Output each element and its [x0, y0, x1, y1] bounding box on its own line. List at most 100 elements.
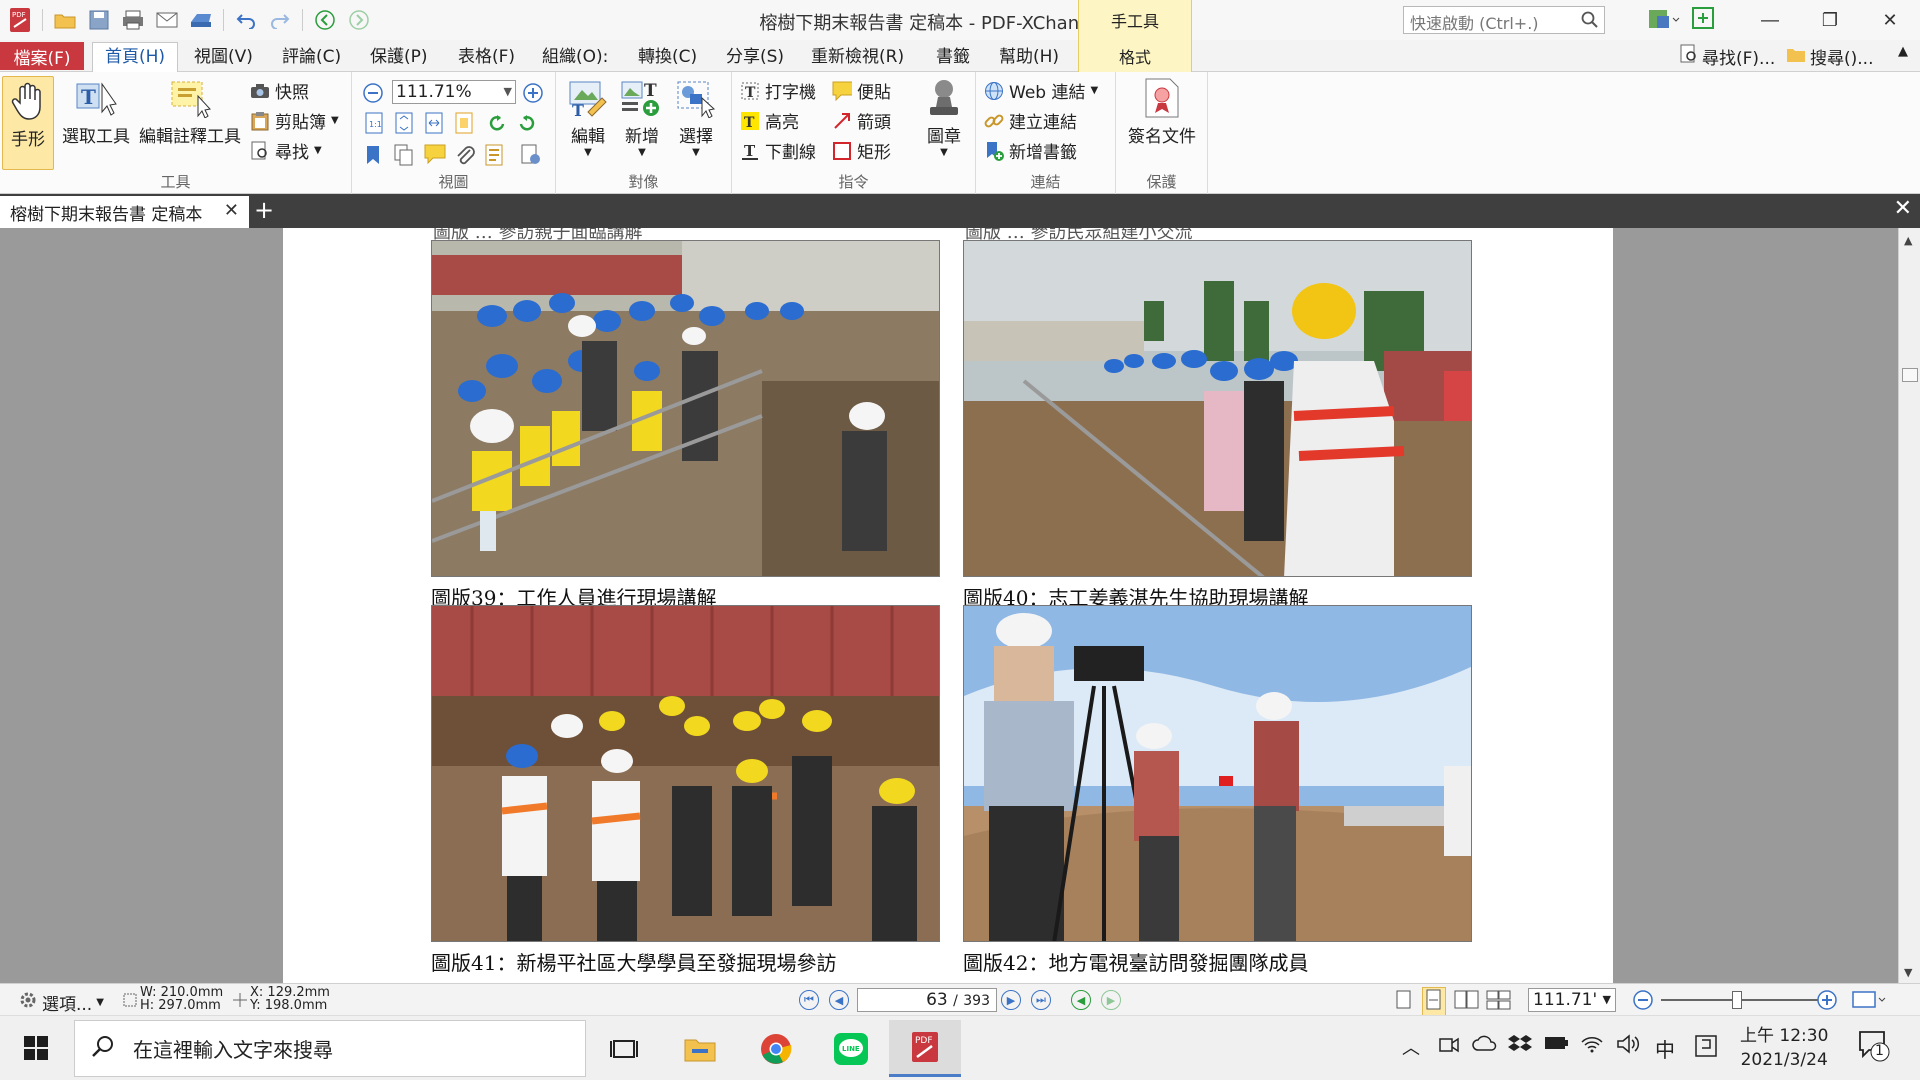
page-settings-icon[interactable]	[520, 144, 542, 171]
fit-width-icon[interactable]	[424, 112, 444, 139]
start-button[interactable]	[12, 1030, 60, 1066]
last-page-icon[interactable]: ⏭	[1031, 990, 1051, 1010]
prev-page-icon[interactable]: ◀	[829, 990, 849, 1010]
dropbox-icon[interactable]	[1508, 1034, 1532, 1059]
search-icon[interactable]	[1581, 11, 1599, 33]
document-tab[interactable]: 榕樹下期末報告書 定稿本 ✕	[0, 196, 249, 228]
fullscreen-view-icon[interactable]	[1852, 990, 1886, 1015]
forward-nav-icon[interactable]	[345, 6, 373, 34]
snapshot-button[interactable]: 快照	[250, 78, 309, 103]
fit-page-icon[interactable]	[394, 112, 414, 139]
ime-indicator[interactable]: 中	[1655, 1034, 1675, 1063]
tray-overflow-icon[interactable]: ︿	[1402, 1034, 1420, 1060]
email-icon[interactable]	[153, 6, 181, 34]
add-bookmark-button[interactable]: 新增書籤	[984, 138, 1077, 163]
line-app-button[interactable]: LINE	[815, 1020, 887, 1077]
rotate-left-icon[interactable]	[486, 112, 508, 139]
zoom-combobox[interactable]: 111.71% ▼	[392, 80, 516, 104]
scroll-down-icon[interactable]: ▼	[1904, 966, 1912, 979]
fullscreen-icon[interactable]	[1691, 6, 1715, 37]
web-links-button[interactable]: Web 連結 ▼	[984, 78, 1098, 103]
arrow-button[interactable]: 箭頭	[832, 108, 891, 133]
system-clock[interactable]: 上午 12:30 2021/3/24	[1740, 1024, 1828, 1072]
options-button[interactable]: 選項... ▼	[18, 990, 104, 1015]
file-explorer-button[interactable]	[664, 1020, 736, 1077]
rotate-right-icon[interactable]	[516, 112, 538, 139]
close-tab-icon[interactable]: ✕	[224, 200, 239, 221]
bookmark-icon[interactable]	[364, 144, 382, 171]
meet-now-icon[interactable]	[1438, 1034, 1460, 1061]
properties-icon[interactable]	[484, 144, 504, 171]
tab-convert[interactable]: 轉換(C)	[638, 44, 697, 70]
continuous-view-icon[interactable]	[1422, 987, 1446, 1018]
stamp-button[interactable]: 圖章 ▼	[918, 76, 970, 158]
zoom-out-icon[interactable]	[1632, 989, 1654, 1016]
highlight-button[interactable]: T 高亮	[740, 108, 799, 133]
scroll-thumb[interactable]	[1902, 368, 1918, 382]
scroll-up-icon[interactable]: ▲	[1904, 234, 1912, 247]
chrome-button[interactable]	[740, 1020, 812, 1077]
actual-size-icon[interactable]: 1:1	[364, 112, 384, 139]
quick-launch-input[interactable]: 快速啟動 (Ctrl+.)	[1403, 6, 1605, 34]
scanner-icon[interactable]	[187, 6, 215, 34]
rectangle-button[interactable]: 矩形	[832, 138, 891, 163]
find-button[interactable]: 尋找(F)...	[1680, 44, 1775, 69]
prev-view-icon[interactable]: ◀	[1071, 990, 1091, 1010]
select-text-tool-button[interactable]: T 選取工具	[58, 76, 134, 147]
tab-review[interactable]: 重新檢視(R)	[811, 44, 904, 70]
plugins-icon[interactable]	[1647, 6, 1681, 37]
tab-home[interactable]: 首頁(H)	[92, 42, 179, 73]
add-objects-button[interactable]: T 新增 ▼	[616, 76, 668, 158]
facing-view-icon[interactable]	[1454, 989, 1480, 1016]
next-view-icon[interactable]: ▶	[1101, 990, 1121, 1010]
sticky-note-button[interactable]: 便貼	[832, 78, 891, 103]
close-button[interactable]: ✕	[1860, 0, 1920, 40]
restore-button[interactable]: ❐	[1800, 0, 1860, 40]
select-objects-button[interactable]: 選擇 ▼	[670, 76, 722, 158]
battery-icon[interactable]	[1544, 1034, 1570, 1057]
zoom-select[interactable]: 111.71' ▼	[1528, 988, 1616, 1012]
minimize-button[interactable]: ―	[1740, 0, 1800, 40]
typewriter-button[interactable]: T 打字機	[740, 78, 816, 103]
tab-view[interactable]: 視圖(V)	[194, 44, 253, 70]
save-icon[interactable]	[85, 6, 113, 34]
tab-help[interactable]: 幫助(H)	[999, 44, 1059, 70]
volume-icon[interactable]	[1616, 1034, 1640, 1059]
close-all-icon[interactable]: ✕	[1894, 196, 1912, 221]
app-logo-icon[interactable]: PDF	[6, 6, 34, 34]
document-view[interactable]: 圖版 … 參訪親子面臨講解 圖版 … 參訪民眾組建小交流 圖版39：工作人員進行…	[0, 228, 1898, 983]
new-tab-icon[interactable]: +	[254, 197, 274, 223]
print-icon[interactable]	[119, 6, 147, 34]
clipboard-button[interactable]: 剪貼簿 ▼	[250, 108, 339, 133]
tab-file[interactable]: 檔案(F)	[0, 42, 84, 70]
zoom-slider-knob[interactable]	[1732, 991, 1742, 1009]
tab-form[interactable]: 表格(F)	[458, 44, 515, 70]
ime-mode-icon[interactable]	[1694, 1034, 1718, 1063]
first-page-icon[interactable]: ⏮	[799, 990, 819, 1010]
edit-annotation-tool-button[interactable]: 編輯註釋工具	[136, 76, 244, 147]
wifi-icon[interactable]	[1580, 1034, 1604, 1059]
single-page-view-icon[interactable]	[1394, 989, 1414, 1016]
underline-button[interactable]: T 下劃線	[740, 138, 816, 163]
open-folder-icon[interactable]	[51, 6, 79, 34]
hand-tool-button[interactable]: 手形	[2, 76, 54, 170]
edit-objects-button[interactable]: T 編輯 ▼	[562, 76, 614, 158]
collapse-ribbon-icon[interactable]: ▲	[1898, 44, 1908, 59]
tab-organize[interactable]: 組織(O):	[542, 44, 608, 70]
zoom-in-icon[interactable]	[1816, 989, 1838, 1016]
zoom-in-icon[interactable]	[522, 82, 544, 109]
create-link-button[interactable]: 建立連結	[984, 108, 1077, 133]
comments-icon[interactable]	[424, 144, 446, 169]
back-nav-icon[interactable]	[311, 6, 339, 34]
tab-protect[interactable]: 保護(P)	[370, 44, 428, 70]
taskbar-search-box[interactable]: 在這裡輸入文字來搜尋	[74, 1020, 586, 1077]
redo-icon[interactable]	[266, 6, 294, 34]
task-view-button[interactable]	[588, 1020, 660, 1077]
fit-visible-icon[interactable]	[454, 112, 474, 139]
pages-icon[interactable]	[394, 144, 414, 171]
search-button[interactable]: 搜尋()...	[1786, 44, 1873, 69]
tab-comment[interactable]: 評論(C)	[282, 44, 341, 70]
tab-share[interactable]: 分享(S)	[726, 44, 784, 70]
facing-continuous-icon[interactable]	[1486, 989, 1512, 1016]
pdf-xchange-taskbar-button[interactable]: PDF	[889, 1020, 961, 1077]
